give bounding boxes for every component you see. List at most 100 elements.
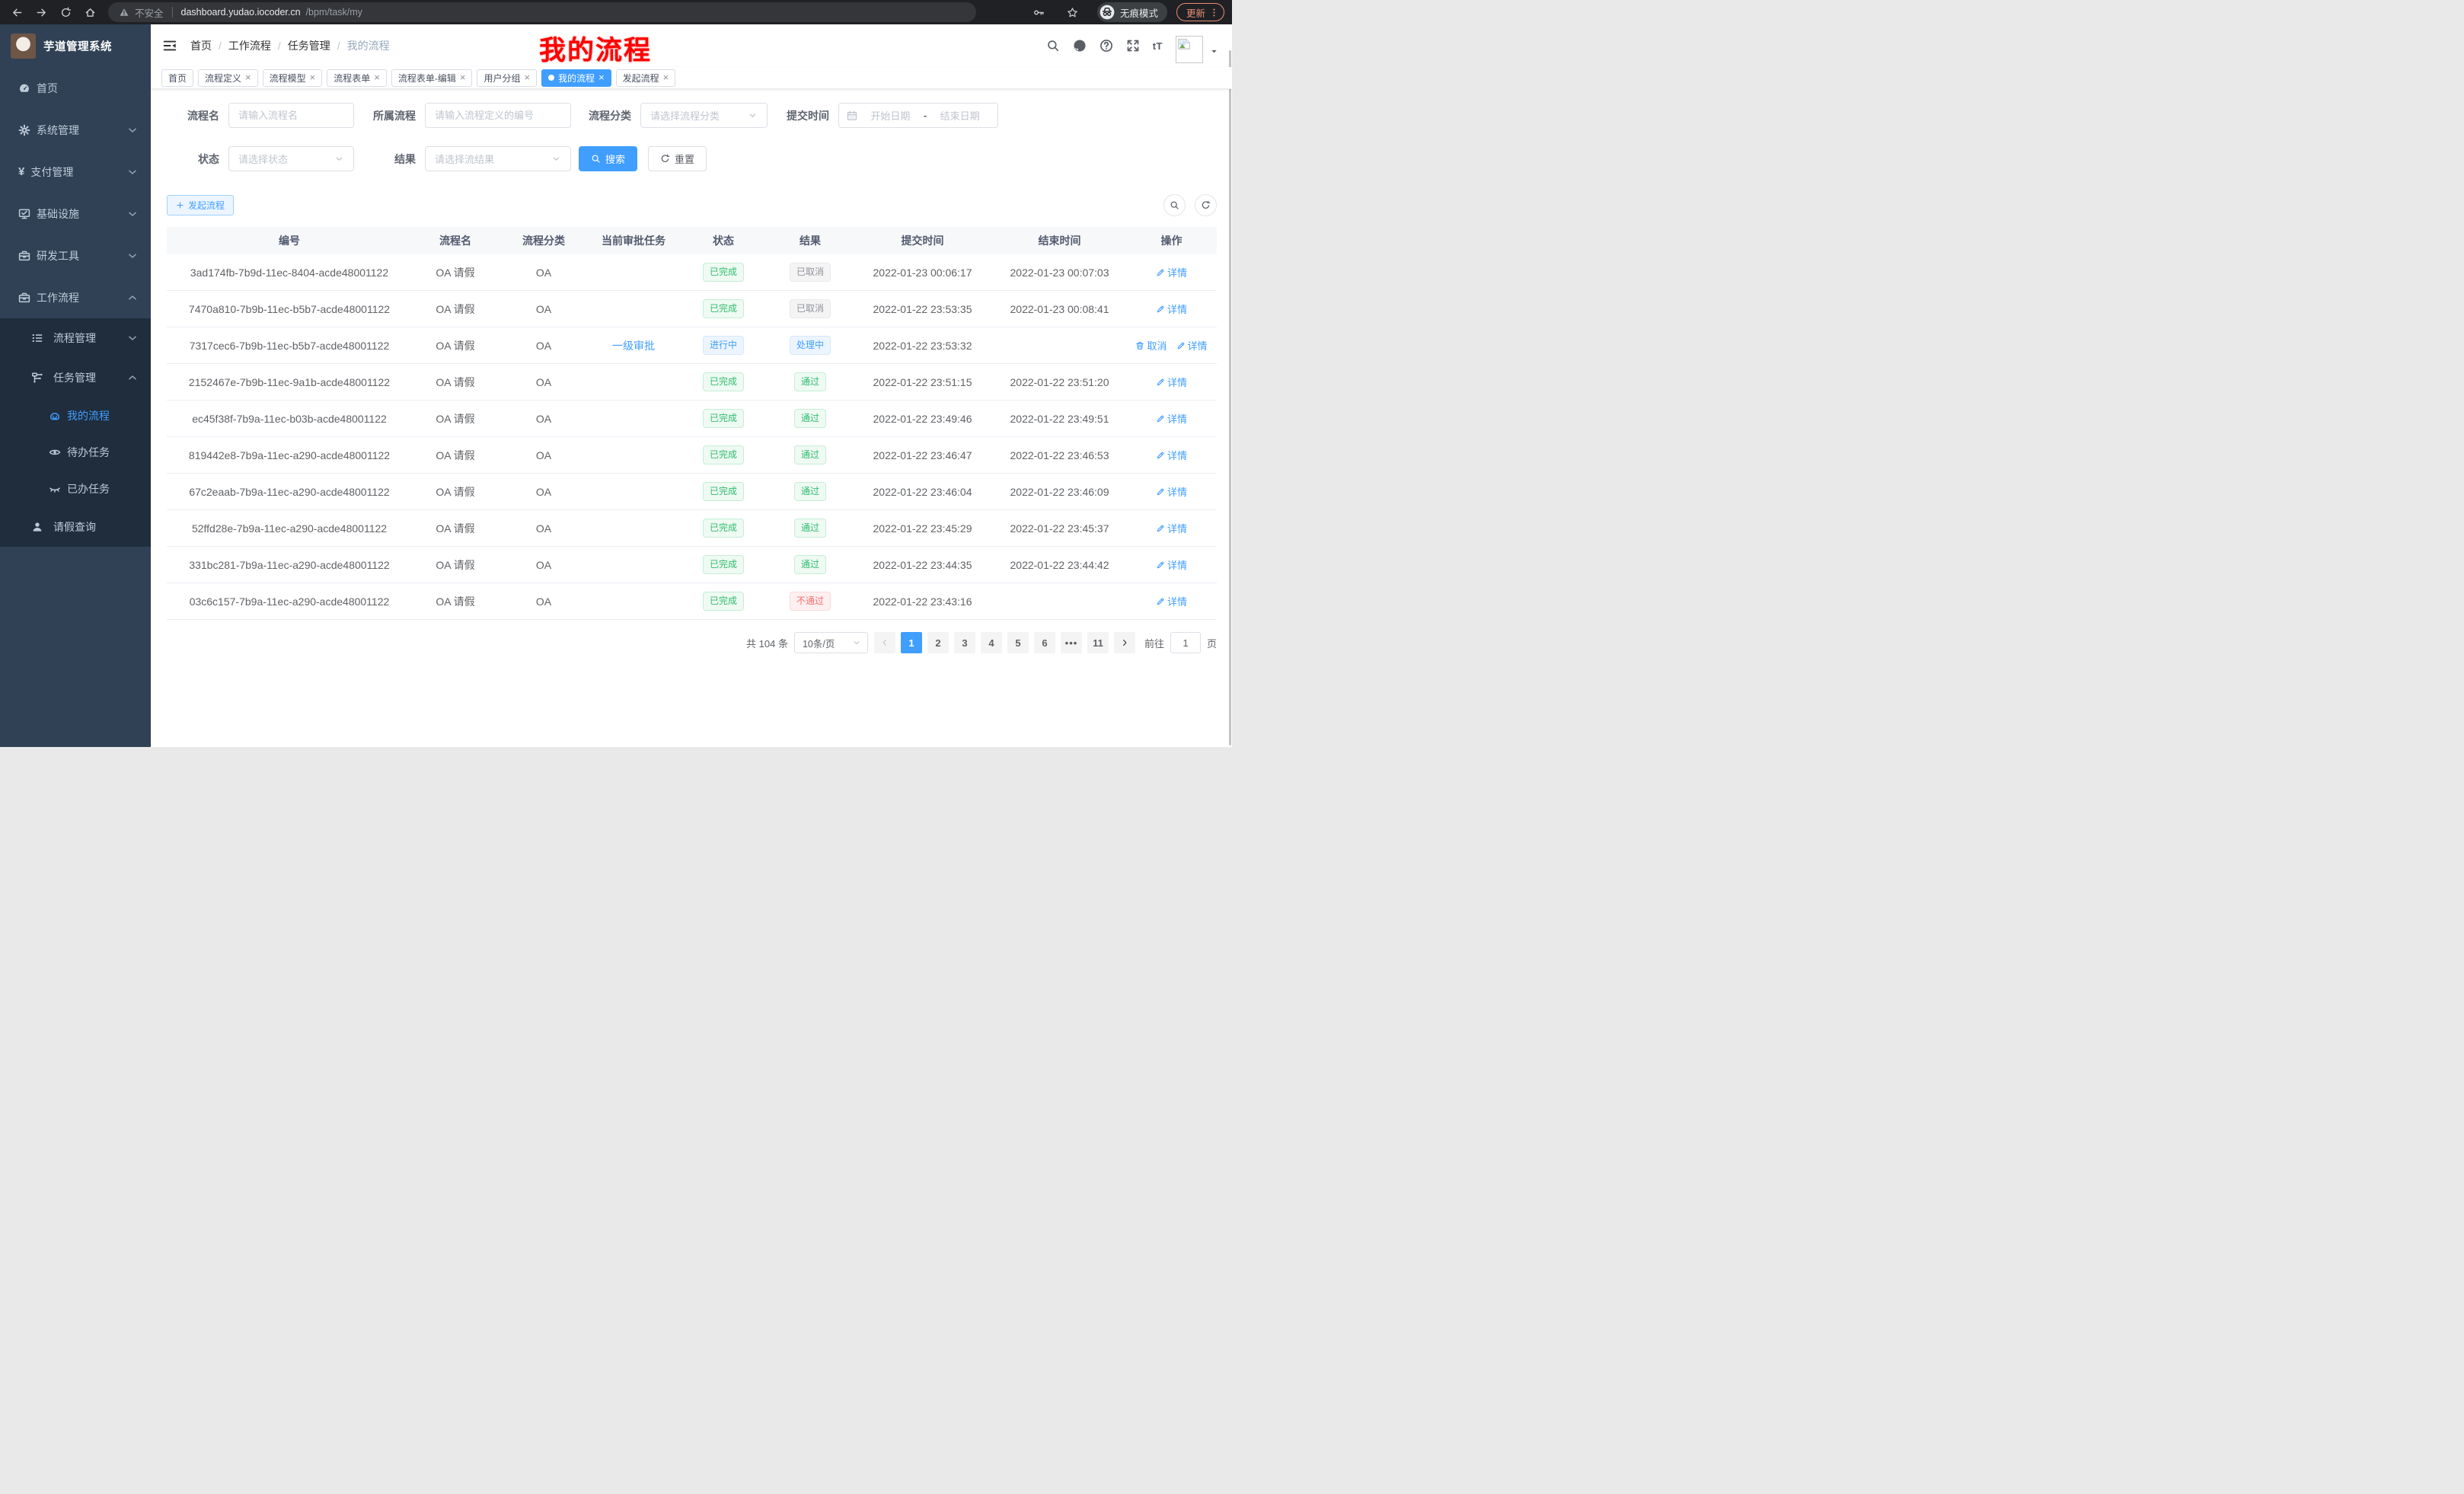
page-button-5[interactable]: 5: [1007, 632, 1029, 653]
filter-select-状态[interactable]: 请选择状态: [228, 146, 354, 171]
filter-input-流程名[interactable]: [228, 103, 354, 128]
browser-back-button[interactable]: [8, 3, 26, 21]
task-link[interactable]: 一级审批: [612, 340, 655, 352]
sidebar-item-5[interactable]: 工作流程: [0, 276, 151, 318]
tab-5[interactable]: 用户分组 ×: [477, 69, 537, 87]
breadcrumb-item[interactable]: 任务管理: [288, 38, 330, 53]
sidebar-item-2[interactable]: ¥ 支付管理: [0, 151, 151, 193]
sidebar-item-3[interactable]: 基础设施: [0, 193, 151, 235]
status-badge: 进行中: [703, 336, 744, 355]
sidebar-item-7[interactable]: 任务管理: [0, 358, 151, 397]
sidebar-item-8[interactable]: 我的流程: [0, 397, 151, 434]
tab-close-icon[interactable]: ×: [310, 72, 316, 83]
cell-result: 通过: [768, 409, 852, 428]
sidebar-item-9[interactable]: 待办任务: [0, 434, 151, 471]
tab-0[interactable]: 首页: [161, 69, 193, 87]
navbar-fullscreen-button[interactable]: [1126, 39, 1140, 53]
github-icon: [1073, 39, 1087, 53]
filter-select-结果[interactable]: 请选择流结果: [425, 146, 571, 171]
filter-select-流程分类[interactable]: 请选择流程分类: [640, 103, 768, 128]
result-badge: 已取消: [790, 263, 831, 282]
tab-7[interactable]: 发起流程 ×: [616, 69, 676, 87]
sidebar-item-6[interactable]: 流程管理: [0, 318, 151, 358]
tab-label: 流程定义: [205, 72, 241, 85]
breadcrumb-item[interactable]: 工作流程: [228, 38, 271, 53]
page-button-4[interactable]: 4: [981, 632, 1002, 653]
action-trash-link[interactable]: 取消: [1135, 338, 1167, 353]
filter-input-所属流程[interactable]: [425, 103, 571, 128]
toggle-search-button[interactable]: [1163, 194, 1186, 216]
more-pages-button[interactable]: •••: [1061, 632, 1082, 653]
column-header: 状态: [678, 233, 768, 248]
navbar-help-button[interactable]: [1100, 39, 1113, 53]
browser-update-button[interactable]: 更新: [1176, 3, 1224, 21]
breadcrumb-item[interactable]: 首页: [190, 38, 212, 53]
browser-home-button[interactable]: [81, 3, 99, 21]
password-key-button[interactable]: [1030, 3, 1048, 21]
page-size-select[interactable]: 10条/页: [794, 632, 868, 653]
sidebar-item-0[interactable]: 首页: [0, 67, 151, 109]
refresh-table-button[interactable]: [1195, 194, 1217, 216]
action-pen-link[interactable]: 详情: [1176, 338, 1208, 353]
chevron-down-icon: [852, 638, 861, 647]
tab-close-icon[interactable]: ×: [663, 72, 669, 83]
reset-button[interactable]: 重置: [648, 146, 707, 171]
action-pen-link[interactable]: 详情: [1156, 521, 1187, 535]
sidebar-item-11[interactable]: 请假查询: [0, 507, 151, 547]
create-process-button[interactable]: 发起流程: [167, 195, 234, 215]
scrollbar[interactable]: [1229, 50, 1231, 745]
page-button-3[interactable]: 3: [954, 632, 975, 653]
action-pen-link[interactable]: 详情: [1156, 375, 1187, 389]
action-pen-link[interactable]: 详情: [1156, 411, 1187, 426]
filter-label: 提交时间: [776, 108, 829, 123]
sidebar-item-label: 系统管理: [37, 123, 79, 138]
table-row: 52ffd28e-7b9a-11ec-a290-acde48001122 OA …: [167, 510, 1217, 547]
app-logo[interactable]: 芋道管理系统: [0, 24, 151, 67]
sidebar-collapse-button[interactable]: [163, 39, 177, 53]
filter-daterange[interactable]: 开始日期 - 结束日期: [838, 103, 998, 128]
tab-2[interactable]: 流程模型 ×: [263, 69, 323, 87]
next-page-button[interactable]: [1114, 632, 1135, 653]
tab-close-icon[interactable]: ×: [245, 72, 251, 83]
user-avatar[interactable]: [1176, 36, 1203, 63]
sidebar-item-1[interactable]: 系统管理: [0, 109, 151, 151]
cell-name: OA 请假: [412, 521, 499, 536]
action-pen-link[interactable]: 详情: [1156, 557, 1187, 572]
prev-page-button[interactable]: [874, 632, 895, 653]
sidebar-item-4[interactable]: 研发工具: [0, 235, 151, 276]
navbar-github-button[interactable]: [1073, 39, 1087, 53]
tab-6[interactable]: 我的流程 ×: [541, 69, 611, 87]
navbar-search-button[interactable]: [1046, 39, 1060, 53]
action-pen-link[interactable]: 详情: [1156, 302, 1187, 316]
sidebar-item-label: 待办任务: [67, 445, 110, 460]
tab-close-icon[interactable]: ×: [374, 72, 380, 83]
gear-icon: [18, 124, 30, 136]
browser-forward-button[interactable]: [32, 3, 50, 21]
browser-reload-button[interactable]: [56, 3, 75, 21]
user-menu-caret[interactable]: [1210, 47, 1218, 56]
tab-close-icon[interactable]: ×: [524, 72, 530, 83]
tab-close-icon[interactable]: ×: [460, 72, 466, 83]
cell-status: 已完成: [678, 445, 768, 464]
action-pen-link[interactable]: 详情: [1156, 594, 1187, 608]
tab-1[interactable]: 流程定义 ×: [198, 69, 258, 87]
page-button-6[interactable]: 6: [1034, 632, 1055, 653]
page-button-1[interactable]: 1: [901, 632, 922, 653]
page-button-2[interactable]: 2: [927, 632, 949, 653]
tab-3[interactable]: 流程表单 ×: [327, 69, 387, 87]
tab-4[interactable]: 流程表单-编辑 ×: [391, 69, 473, 87]
sidebar-item-10[interactable]: 已办任务: [0, 471, 151, 507]
action-pen-link[interactable]: 详情: [1156, 484, 1187, 499]
tab-close-icon[interactable]: ×: [598, 72, 605, 83]
cell-category: OA: [499, 303, 589, 315]
search-button[interactable]: 搜索: [579, 146, 637, 171]
address-bar[interactable]: 不安全 dashboard.yudao.iocoder.cn/bpm/task/…: [108, 2, 976, 22]
navbar-fontsize-button[interactable]: tT: [1153, 41, 1163, 51]
action-pen-link[interactable]: 详情: [1156, 265, 1187, 279]
chevron-down-icon: [748, 110, 758, 120]
page-button-11[interactable]: 11: [1087, 632, 1109, 653]
pagination: 共 104 条 10条/页 123456•••11 前往 页: [167, 632, 1217, 653]
pagination-goto-input[interactable]: [1170, 632, 1201, 653]
action-pen-link[interactable]: 详情: [1156, 448, 1187, 462]
bookmark-star-button[interactable]: [1064, 3, 1082, 21]
